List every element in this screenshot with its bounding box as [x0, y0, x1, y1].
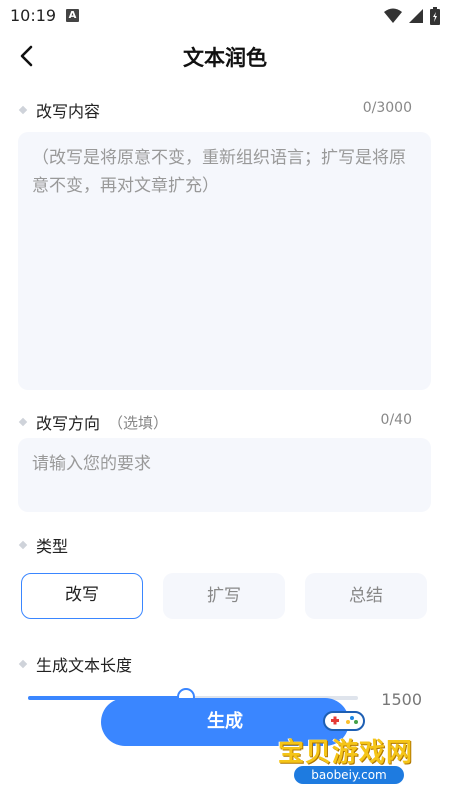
direction-optional-hint: （选填）: [108, 413, 169, 432]
content-label-text: 改写内容: [36, 102, 101, 121]
content-label: 改写内容: [18, 98, 101, 122]
type-label-text: 类型: [36, 537, 69, 556]
page-title: 文本润色: [183, 46, 267, 70]
diamond-bullet-icon: [18, 659, 28, 669]
watermark-url: baobeiy.com: [294, 766, 404, 784]
length-label: 生成文本长度: [18, 652, 133, 676]
watermark-logo: 宝贝游戏网 baobeiy.com: [276, 708, 444, 794]
diamond-bullet-icon: [18, 105, 28, 115]
notification-a-icon: A: [66, 9, 79, 22]
length-label-text: 生成文本长度: [36, 656, 133, 675]
direction-counter: 0/40: [380, 412, 412, 428]
direction-label: 改写方向 （选填）: [18, 410, 169, 434]
content-placeholder: （改写是将原意不变，重新组织语言；扩写是将原意不变，再对文章扩充）: [32, 148, 406, 196]
wifi-icon: [384, 8, 402, 23]
length-value: 1500: [381, 690, 422, 709]
status-icons: [384, 7, 440, 25]
battery-icon: [430, 7, 440, 25]
status-time: 10:19: [10, 6, 57, 25]
direction-input[interactable]: 请输入您的要求: [18, 438, 431, 512]
diamond-bullet-icon: [18, 540, 28, 550]
direction-label-text: 改写方向: [36, 414, 101, 433]
gamepad-icon: [323, 711, 365, 731]
diamond-bullet-icon: [18, 417, 28, 427]
type-option-summarize[interactable]: 总结: [305, 573, 427, 619]
app-header: 文本润色: [0, 36, 450, 76]
type-option-expand[interactable]: 扩写: [163, 573, 285, 619]
watermark-title: 宝贝游戏网: [278, 738, 414, 768]
content-counter: 0/3000: [362, 100, 412, 116]
type-label: 类型: [18, 533, 69, 557]
status-bar: 10:19 A: [0, 0, 450, 32]
type-option-rewrite[interactable]: 改写: [21, 573, 143, 619]
content-textarea[interactable]: （改写是将原意不变，重新组织语言；扩写是将原意不变，再对文章扩充）: [18, 132, 431, 390]
signal-icon: [409, 9, 423, 23]
direction-placeholder: 请输入您的要求: [32, 454, 151, 474]
